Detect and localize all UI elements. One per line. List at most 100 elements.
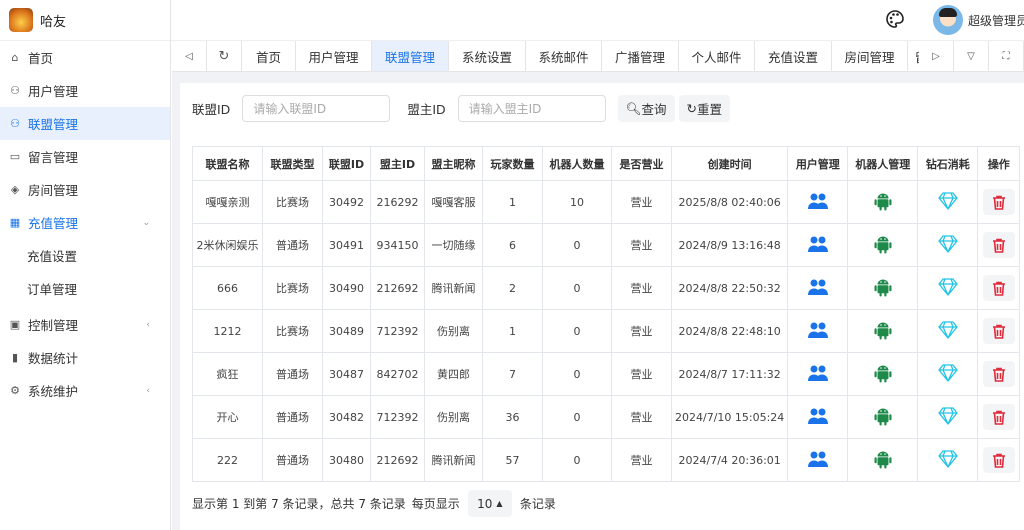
sidebar-item-label: 房间管理 [28,183,79,198]
content-card: 联盟ID 盟主ID 🔍︎查询 ↻重置 联盟名称联盟类型联盟ID盟主ID盟主昵称玩… [180,83,1024,530]
trash-icon [992,238,1006,253]
diamond-icon[interactable] [938,234,958,253]
table-cell: 10 [542,180,612,224]
logo[interactable]: 哈友 [0,0,170,41]
android-icon[interactable] [874,191,892,211]
trash-icon [992,367,1006,382]
table-cell: 营业 [611,309,672,353]
sidebar-item-2[interactable]: ⚇ 联盟管理 [0,107,170,140]
sidebar-item-10[interactable]: ⚙ 系统维护 ‹ [0,374,170,407]
sidebar-item-8[interactable]: ▣ 控制管理 ‹ [0,308,170,341]
alliance-id-label: 联盟ID [192,102,231,117]
sidebar-item-7[interactable]: 订单管理 [0,272,170,305]
tab-9[interactable]: 留言 [908,41,919,71]
alliance-table: 联盟名称 联盟类型 联盟ID 盟主ID 盟主昵称 玩家数量 机器人数量 是否营业 创建时间 用户管… [192,146,1021,482]
user-name[interactable]: 超级管理员 [968,12,1024,29]
delete-button[interactable] [982,404,1015,430]
tab-7[interactable]: 充值设置 [755,41,832,71]
table-cell: 1212 [192,309,263,353]
query-button[interactable]: 🔍︎ 查询 [617,95,675,122]
table-cell: 842702 [370,352,425,396]
android-icon[interactable] [874,277,892,297]
android-icon[interactable] [874,234,892,254]
users-icon[interactable] [807,192,829,210]
fullscreen-icon[interactable]: ⛶ [989,41,1024,72]
users-icon[interactable] [807,450,829,468]
table-cell: 伤别离 [424,309,483,353]
sidebar-item-4[interactable]: ◈ 房间管理 [0,173,170,206]
tab-4[interactable]: 系统邮件 [526,41,602,71]
table-cell: 比赛场 [262,266,323,310]
users-icon[interactable] [807,235,829,253]
diamond-icon[interactable] [938,449,958,468]
palette-icon[interactable] [885,9,905,29]
delete-button[interactable] [982,189,1015,215]
tab-8[interactable]: 房间管理 [832,41,908,71]
action-cell [787,438,849,482]
dropdown-icon[interactable]: ▽ [954,41,989,72]
android-icon[interactable] [874,363,892,383]
action-cell [977,180,1021,224]
scroll-left-icon[interactable]: ◁ [172,41,207,72]
alliance-id-input[interactable] [242,95,391,122]
delete-button[interactable] [982,361,1015,387]
android-icon[interactable] [874,406,892,426]
sidebar-item-6[interactable]: 充值设置 [0,239,170,272]
trash-icon [992,281,1006,296]
sidebar-item-label: 联盟管理 [28,117,79,132]
action-cell [917,266,979,310]
table-cell: 2 [482,266,543,310]
sidebar-item-1[interactable]: ⚇ 用户管理 [0,74,170,107]
table-cell: 2024/8/8 22:50:32 [670,266,789,310]
page-size-select[interactable]: 10 ▲ [467,490,512,517]
gear-icon: ⚙ [10,384,20,397]
users-icon[interactable] [807,278,829,296]
diamond-icon[interactable] [938,320,958,339]
reset-button[interactable]: ↻ 重置 [678,95,731,122]
sidebar-item-5[interactable]: ▦ 充值管理 ⌄ [0,206,170,239]
tab-1[interactable]: 用户管理 [296,41,372,71]
tab-5[interactable]: 广播管理 [602,41,679,71]
delete-button[interactable] [982,318,1015,344]
action-cell [917,395,979,439]
user-icon: ⚇ [10,84,20,97]
search-icon: 🔍︎ [625,100,642,116]
table-cell: 0 [542,223,612,267]
diamond-icon[interactable] [938,277,958,296]
diamond-icon[interactable] [938,191,958,210]
android-icon[interactable] [874,449,892,469]
table-cell: 1 [482,309,543,353]
diamond-icon[interactable] [938,363,958,382]
action-cell [977,223,1021,267]
users-icon[interactable] [807,407,829,425]
sidebar-item-0[interactable]: ⌂ 首页 [0,41,170,74]
diamond-icon[interactable] [938,406,958,425]
delete-button[interactable] [982,447,1015,473]
sidebar-item-3[interactable]: ▭ 留言管理 [0,140,170,173]
users-icon[interactable] [807,364,829,382]
column-header: 钻石消耗 [917,146,979,181]
owner-id-label: 盟主ID [407,102,446,117]
android-icon[interactable] [874,320,892,340]
owner-id-input[interactable] [457,95,606,122]
tab-3[interactable]: 系统设置 [449,41,526,71]
sidebar-item-label: 首页 [28,51,54,66]
table-cell: 营业 [611,223,672,267]
action-cell [847,395,919,439]
delete-button[interactable] [982,275,1015,301]
users-icon[interactable] [807,321,829,339]
delete-button[interactable] [982,232,1015,258]
table-cell: 6 [482,223,543,267]
action-cell [847,180,919,224]
avatar[interactable] [933,5,963,35]
sidebar-item-9[interactable]: ▮ 数据统计 [0,341,170,374]
sidebar-item-label: 留言管理 [28,150,79,165]
table-cell: 212692 [370,266,425,310]
scroll-right-icon[interactable]: ▷ [919,41,954,72]
tab-0[interactable]: 首页 [242,41,296,71]
tab-2[interactable]: 联盟管理 [372,41,449,71]
action-cell [977,266,1021,310]
table-cell: 0 [542,438,612,482]
refresh-icon[interactable]: ↻ [207,41,242,72]
tab-6[interactable]: 个人邮件 [679,41,755,71]
